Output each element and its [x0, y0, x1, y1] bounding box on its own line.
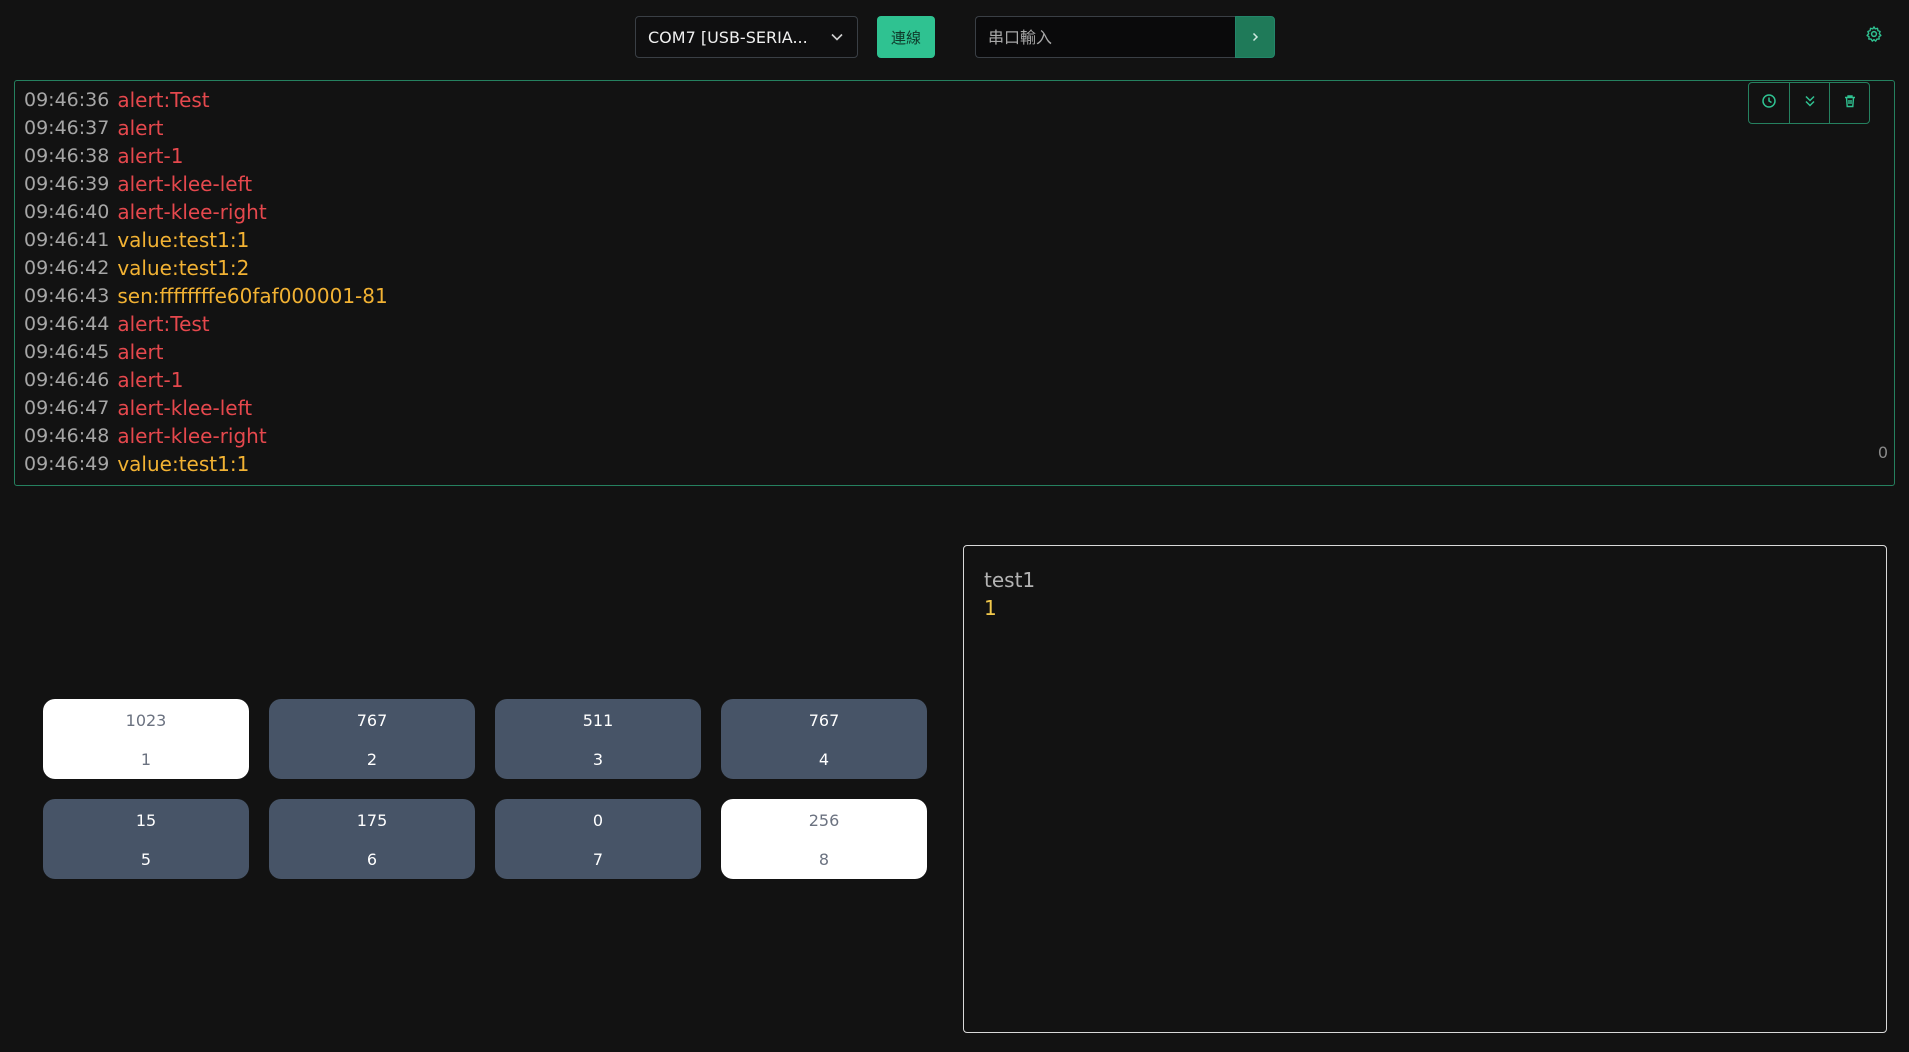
connect-button[interactable]: 連線 [877, 16, 935, 58]
chevron-right-icon [1249, 28, 1261, 47]
log-line: 09:46:49 value:test1:1 [24, 450, 388, 478]
port-select[interactable]: COM7 [USB-SERIA... [635, 16, 858, 58]
channel-value: 511 [582, 711, 614, 730]
timestamp-toggle-button[interactable] [1749, 83, 1789, 123]
channel-value: 767 [356, 711, 388, 730]
channel-value: 0 [592, 811, 604, 830]
channel-button-3[interactable]: 511 3 [495, 699, 701, 779]
log-line: 09:46:39 alert-klee-left [24, 170, 388, 198]
log-timestamp: 09:46:37 [24, 117, 110, 139]
log-count: 0 [1877, 443, 1888, 462]
log-message: alert [117, 340, 164, 364]
log-line: 09:46:36 alert:Test [24, 86, 388, 114]
log-line: 09:46:45 alert [24, 338, 388, 366]
log-line: 09:46:44 alert:Test [24, 310, 388, 338]
log-timestamp: 09:46:40 [24, 201, 110, 223]
chevron-down-icon [829, 29, 845, 45]
log-message: alert:Test [117, 312, 210, 336]
channel-button-6[interactable]: 175 6 [269, 799, 475, 879]
log-timestamp: 09:46:44 [24, 313, 110, 335]
value-reading: 1 [984, 596, 997, 620]
channel-value: 256 [808, 811, 840, 830]
log-message: alert-klee-right [117, 200, 267, 224]
trash-icon [1842, 93, 1858, 113]
log-line: 09:46:48 alert-klee-right [24, 422, 388, 450]
log-message: value:test1:1 [117, 228, 250, 252]
settings-button[interactable] [1864, 26, 1884, 46]
send-button[interactable] [1235, 16, 1275, 58]
log-line: 09:46:38 alert-1 [24, 142, 388, 170]
log-timestamp: 09:46:43 [24, 285, 110, 307]
channel-button-2[interactable]: 767 2 [269, 699, 475, 779]
log-timestamp: 09:46:41 [24, 229, 110, 251]
serial-input[interactable] [975, 16, 1236, 58]
log-timestamp: 09:46:45 [24, 341, 110, 363]
log-timestamp: 09:46:46 [24, 369, 110, 391]
top-bar: COM7 [USB-SERIA... 連線 [0, 0, 1909, 76]
clear-log-button[interactable] [1829, 83, 1869, 123]
log-timestamp: 09:46:38 [24, 145, 110, 167]
channel-label: 6 [366, 850, 378, 869]
channel-button-1[interactable]: 1023 1 [43, 699, 249, 779]
log-message: alert [117, 116, 164, 140]
log-message: value:test1:1 [117, 452, 250, 476]
channel-value: 767 [808, 711, 840, 730]
gear-icon [1865, 25, 1883, 47]
scroll-bottom-button[interactable] [1789, 83, 1829, 123]
log-message: value:test1:2 [117, 256, 250, 280]
log-message: alert-klee-right [117, 424, 267, 448]
log-message: alert-1 [117, 368, 184, 392]
log-message: sen:ffffffffe60faf000001-81 [117, 284, 388, 308]
channel-label: 8 [818, 850, 830, 869]
log-message: alert:Test [117, 88, 210, 112]
value-panel: test1 1 [963, 545, 1887, 1033]
log-timestamp: 09:46:39 [24, 173, 110, 195]
log-message: alert-klee-left [117, 172, 253, 196]
log-message: alert-1 [117, 144, 184, 168]
channel-value: 175 [356, 811, 388, 830]
serial-input-group [975, 16, 1275, 58]
log-line: 09:46:41 value:test1:1 [24, 226, 388, 254]
log-line: 09:46:43 sen:ffffffffe60faf000001-81 [24, 282, 388, 310]
log-line: 09:46:40 alert-klee-right [24, 198, 388, 226]
value-name: test1 [984, 568, 1036, 592]
channel-label: 3 [592, 750, 604, 769]
log-line: 09:46:42 value:test1:2 [24, 254, 388, 282]
log-timestamp: 09:46:42 [24, 257, 110, 279]
channel-button-7[interactable]: 07 [495, 799, 701, 879]
port-select-label: COM7 [USB-SERIA... [648, 27, 808, 47]
channel-label: 4 [818, 750, 830, 769]
log-line: 09:46:37 alert [24, 114, 388, 142]
log-timestamp: 09:46:47 [24, 397, 110, 419]
channel-value: 15 [135, 811, 157, 830]
log-timestamp: 09:46:36 [24, 89, 110, 111]
channel-button-4[interactable]: 767 4 [721, 699, 927, 779]
log-timestamp: 09:46:48 [24, 425, 110, 447]
channel-label: 1 [140, 750, 152, 769]
channel-button-5[interactable]: 15 5 [43, 799, 249, 879]
channel-label: 2 [366, 750, 378, 769]
serial-log-panel: 09:46:36 alert:Test 09:46:37 alert 09:46:38 a… [14, 80, 1895, 486]
channel-value: 1023 [125, 711, 167, 730]
clock-icon [1761, 93, 1777, 113]
channel-label: 5 [140, 850, 152, 869]
log-toolbar [1748, 82, 1870, 124]
log-timestamp: 09:46:49 [24, 453, 110, 475]
log-message: alert-klee-left [117, 396, 253, 420]
log-line: 09:46:47 alert-klee-left [24, 394, 388, 422]
channel-button-8[interactable]: 256 8 [721, 799, 927, 879]
log-line: 09:46:46 alert-1 [24, 366, 388, 394]
chevrons-down-icon [1802, 93, 1818, 113]
channel-label: 7 [592, 850, 604, 869]
log-lines: 09:46:36 alert:Test 09:46:37 alert 09:46:38 a… [24, 86, 388, 478]
